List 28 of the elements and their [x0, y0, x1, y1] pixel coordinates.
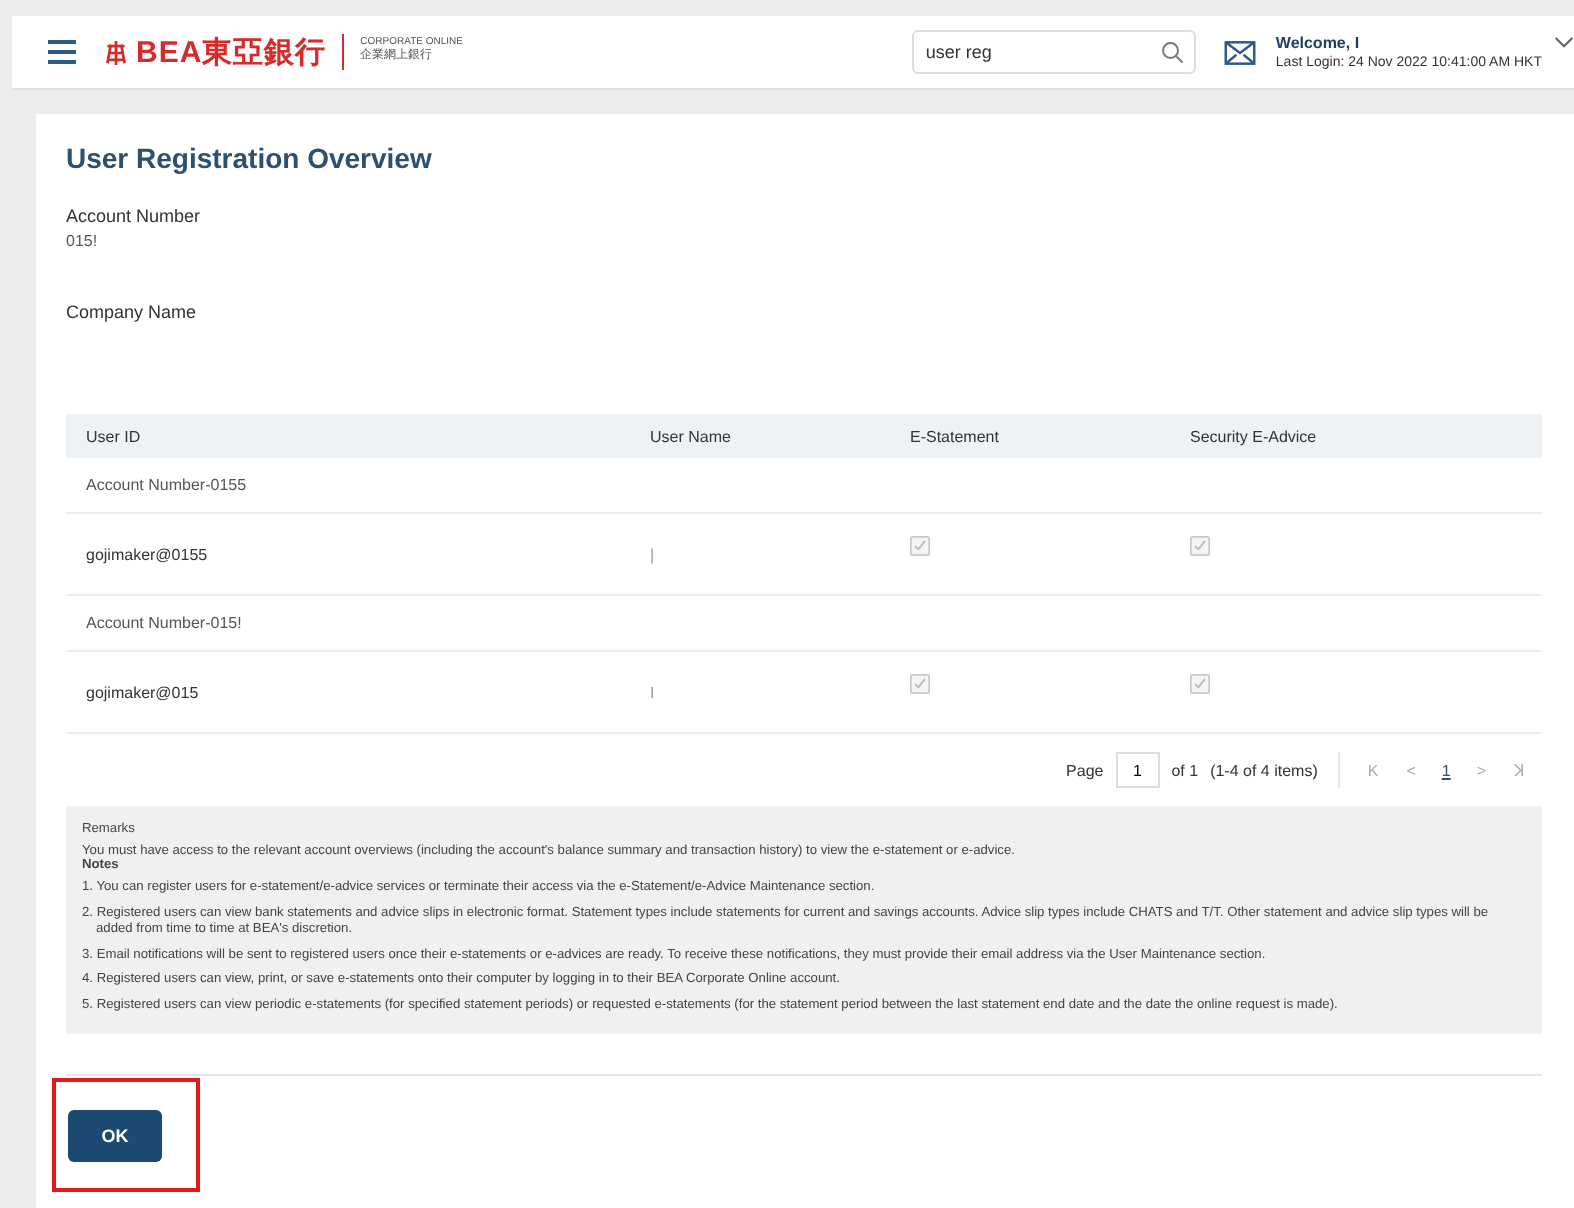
- emblem-icon: [104, 37, 128, 67]
- column-header: User ID: [86, 427, 141, 445]
- group-label: Account Number-0155: [86, 476, 247, 494]
- table-cell: gojimaker@015: [86, 683, 199, 701]
- column-header: E-Statement: [910, 427, 999, 445]
- welcome-text: Welcome, I: [1275, 34, 1362, 52]
- column-header: User Name: [650, 427, 731, 445]
- table-cell: |: [650, 545, 655, 563]
- group-label: Account Number-015!: [86, 614, 242, 632]
- chevron-down-icon[interactable]: [1554, 35, 1574, 49]
- field-label: Company Name: [66, 302, 199, 322]
- column-header: Security E-Advice: [1190, 427, 1317, 445]
- search-icon[interactable]: [1159, 40, 1184, 64]
- field-value: 015!: [66, 232, 100, 250]
- table-cell: I: [650, 683, 655, 701]
- page-title: User Registration Overview: [66, 142, 434, 174]
- bank-logo: BEA東亞銀行: [136, 33, 327, 71]
- page-link[interactable]: 1: [1435, 761, 1457, 779]
- item-range: (1-4 of 4 items): [1210, 761, 1318, 779]
- page-count: of 1: [1171, 761, 1199, 779]
- page-label: Page: [1066, 761, 1104, 779]
- ok-button[interactable]: OK: [68, 1110, 162, 1163]
- page-number-field[interactable]: 1: [1115, 752, 1160, 788]
- search-field[interactable]: user reg: [911, 30, 1196, 74]
- table-cell: gojimaker@0155: [86, 545, 208, 563]
- field-label: Account Number: [66, 206, 203, 226]
- mail-icon[interactable]: [1223, 39, 1256, 65]
- menu-icon[interactable]: [48, 40, 76, 64]
